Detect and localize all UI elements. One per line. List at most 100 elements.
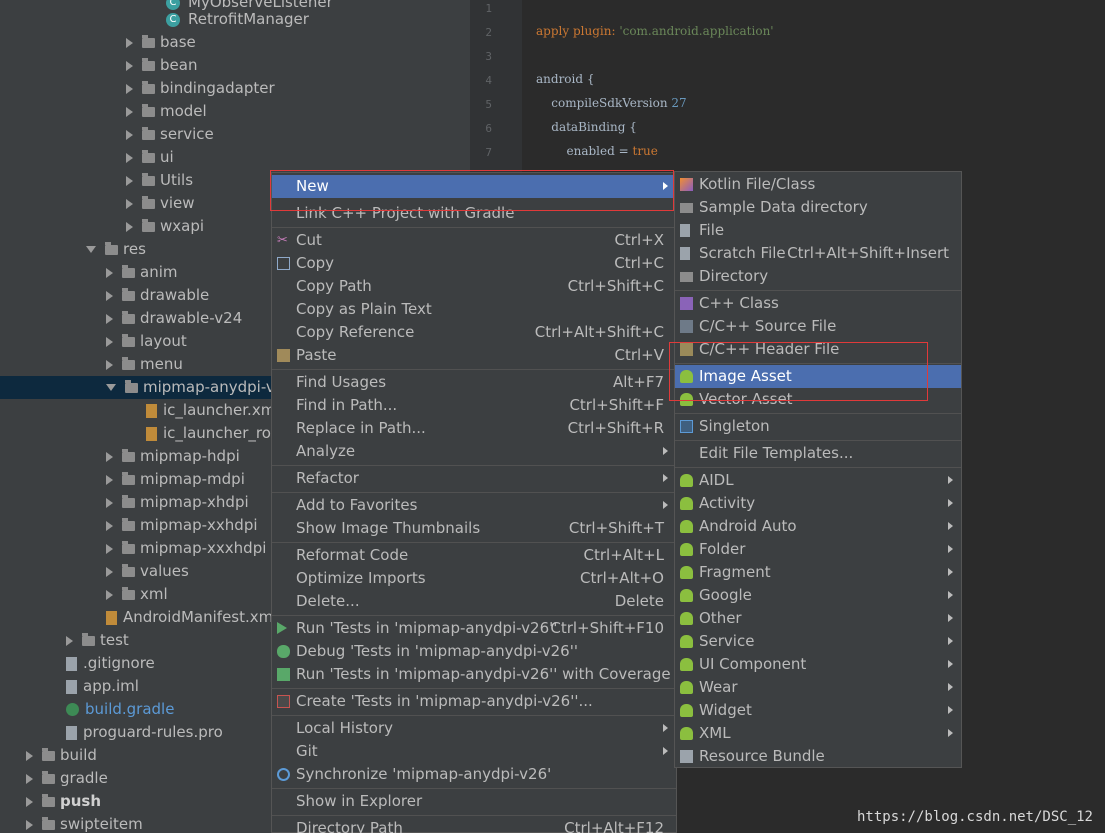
menu-item-add-to-favorites[interactable]: Add to Favorites xyxy=(272,494,676,517)
menu-item-copy-path[interactable]: Copy Path Ctrl+Shift+C xyxy=(272,275,676,298)
tree-item-proguard[interactable]: proguard-rules.pro xyxy=(66,721,223,744)
expand-arrow-icon[interactable] xyxy=(106,359,113,370)
submenu-item-other[interactable]: Other xyxy=(675,607,961,630)
tree-item-menu[interactable]: menu xyxy=(106,353,183,376)
tree-item-build-gradle[interactable]: build.gradle xyxy=(66,698,174,721)
tree-item-mipmap-xhdpi[interactable]: mipmap-xhdpi xyxy=(106,491,249,514)
menu-item-run-tests[interactable]: Run 'Tests in 'mipmap-anydpi-v26'' Ctrl+S… xyxy=(272,617,676,640)
submenu-item-cpp-source[interactable]: C/C++ Source File xyxy=(675,315,961,338)
tree-item-mipmap-xxhdpi[interactable]: mipmap-xxhdpi xyxy=(106,514,258,537)
menu-item-optimize-imports[interactable]: Optimize Imports Ctrl+Alt+O xyxy=(272,567,676,590)
expand-arrow-icon[interactable] xyxy=(106,520,113,531)
tree-item-androidmanifest[interactable]: AndroidManifest.xml xyxy=(106,606,277,629)
tree-item-service[interactable]: service xyxy=(126,123,214,146)
submenu-item-activity[interactable]: Activity xyxy=(675,492,961,515)
menu-item-run-coverage[interactable]: Run 'Tests in 'mipmap-anydpi-v26'' with … xyxy=(272,663,676,686)
tree-item-base[interactable]: base xyxy=(126,31,196,54)
submenu-item-fragment[interactable]: Fragment xyxy=(675,561,961,584)
menu-item-cut[interactable]: ✂ Cut Ctrl+X xyxy=(272,229,676,252)
menu-item-show-thumbnails[interactable]: Show Image Thumbnails Ctrl+Shift+T xyxy=(272,517,676,540)
expand-arrow-icon[interactable] xyxy=(66,635,73,646)
menu-item-local-history[interactable]: Local History xyxy=(272,717,676,740)
expand-arrow-icon[interactable] xyxy=(106,336,113,347)
menu-item-debug-tests[interactable]: Debug 'Tests in 'mipmap-anydpi-v26'' xyxy=(272,640,676,663)
expand-arrow-icon[interactable] xyxy=(106,451,113,462)
submenu-item-service[interactable]: Service xyxy=(675,630,961,653)
menu-item-copy[interactable]: Copy Ctrl+C xyxy=(272,252,676,275)
expand-arrow-icon[interactable] xyxy=(106,566,113,577)
tree-item-utils[interactable]: Utils xyxy=(126,169,193,192)
menu-item-reformat-code[interactable]: Reformat Code Ctrl+Alt+L xyxy=(272,544,676,567)
expand-arrow-icon[interactable] xyxy=(126,198,133,209)
menu-item-synchronize[interactable]: Synchronize 'mipmap-anydpi-v26' xyxy=(272,763,676,786)
collapse-arrow-icon[interactable] xyxy=(106,384,116,391)
submenu-item-widget[interactable]: Widget xyxy=(675,699,961,722)
menu-item-find-usages[interactable]: Find Usages Alt+F7 xyxy=(272,371,676,394)
expand-arrow-icon[interactable] xyxy=(106,497,113,508)
submenu-item-scratch-file[interactable]: Scratch File Ctrl+Alt+Shift+Insert xyxy=(675,242,961,265)
expand-arrow-icon[interactable] xyxy=(26,773,33,784)
expand-arrow-icon[interactable] xyxy=(26,796,33,807)
expand-arrow-icon[interactable] xyxy=(26,750,33,761)
menu-item-refactor[interactable]: Refactor xyxy=(272,467,676,490)
menu-item-show-in-explorer[interactable]: Show in Explorer xyxy=(272,790,676,813)
submenu-item-google[interactable]: Google xyxy=(675,584,961,607)
submenu-item-kotlin[interactable]: Kotlin File/Class xyxy=(675,173,961,196)
tree-item-layout[interactable]: layout xyxy=(106,330,187,353)
submenu-item-folder[interactable]: Folder xyxy=(675,538,961,561)
submenu-item-cpp-class[interactable]: C++ Class xyxy=(675,292,961,315)
expand-arrow-icon[interactable] xyxy=(126,129,133,140)
expand-arrow-icon[interactable] xyxy=(126,83,133,94)
menu-item-create-tests[interactable]: Create 'Tests in 'mipmap-anydpi-v26''... xyxy=(272,690,676,713)
expand-arrow-icon[interactable] xyxy=(106,267,113,278)
expand-arrow-icon[interactable] xyxy=(126,152,133,163)
tree-item-mipmap-hdpi[interactable]: mipmap-hdpi xyxy=(106,445,240,468)
expand-arrow-icon[interactable] xyxy=(126,175,133,186)
tree-item-drawable-v24[interactable]: drawable-v24 xyxy=(106,307,242,330)
expand-arrow-icon[interactable] xyxy=(126,106,133,117)
menu-item-find-in-path[interactable]: Find in Path... Ctrl+Shift+F xyxy=(272,394,676,417)
menu-item-copy-reference[interactable]: Copy Reference Ctrl+Alt+Shift+C xyxy=(272,321,676,344)
tree-item-gradle[interactable]: gradle xyxy=(26,767,108,790)
tree-item-xml[interactable]: xml xyxy=(106,583,168,606)
tree-item-swipteitem[interactable]: swipteitem xyxy=(26,813,143,833)
tree-item-ic-launcher[interactable]: ic_launcher.xml xyxy=(146,399,279,422)
tree-item-mipmap-anydpi-v26[interactable]: mipmap-anydpi-v26 xyxy=(0,376,294,399)
tree-item-retrofitmanager[interactable]: C RetrofitManager xyxy=(166,8,309,31)
tree-item-mipmap-mdpi[interactable]: mipmap-mdpi xyxy=(106,468,245,491)
tree-item-model[interactable]: model xyxy=(126,100,207,123)
submenu-item-directory[interactable]: Directory xyxy=(675,265,961,288)
menu-item-analyze[interactable]: Analyze xyxy=(272,440,676,463)
menu-item-paste[interactable]: Paste Ctrl+V xyxy=(272,344,676,367)
expand-arrow-icon[interactable] xyxy=(106,290,113,301)
submenu-item-resource-bundle[interactable]: Resource Bundle xyxy=(675,745,961,768)
tree-item-build[interactable]: build xyxy=(26,744,97,767)
menu-item-delete[interactable]: Delete... Delete xyxy=(272,590,676,613)
tree-item-gitignore[interactable]: .gitignore xyxy=(66,652,155,675)
expand-arrow-icon[interactable] xyxy=(26,819,33,830)
menu-item-git[interactable]: Git xyxy=(272,740,676,763)
expand-arrow-icon[interactable] xyxy=(106,313,113,324)
tree-item-ui[interactable]: ui xyxy=(126,146,174,169)
expand-arrow-icon[interactable] xyxy=(126,221,133,232)
tree-item-bean[interactable]: bean xyxy=(126,54,197,77)
expand-arrow-icon[interactable] xyxy=(106,589,113,600)
tree-item-wxapi[interactable]: wxapi xyxy=(126,215,204,238)
menu-item-copy-plain[interactable]: Copy as Plain Text xyxy=(272,298,676,321)
collapse-arrow-icon[interactable] xyxy=(86,246,96,253)
tree-item-values[interactable]: values xyxy=(106,560,189,583)
submenu-item-wear[interactable]: Wear xyxy=(675,676,961,699)
expand-arrow-icon[interactable] xyxy=(106,543,113,554)
expand-arrow-icon[interactable] xyxy=(106,474,113,485)
submenu-item-xml[interactable]: XML xyxy=(675,722,961,745)
menu-item-replace-in-path[interactable]: Replace in Path... Ctrl+Shift+R xyxy=(272,417,676,440)
submenu-item-sample-data[interactable]: Sample Data directory xyxy=(675,196,961,219)
tree-item-anim[interactable]: anim xyxy=(106,261,177,284)
expand-arrow-icon[interactable] xyxy=(126,60,133,71)
tree-item-mipmap-xxxhdpi[interactable]: mipmap-xxxhdpi xyxy=(106,537,266,560)
submenu-item-singleton[interactable]: Singleton xyxy=(675,415,961,438)
submenu-item-edit-templates[interactable]: Edit File Templates... xyxy=(675,442,961,465)
submenu-item-file[interactable]: File xyxy=(675,219,961,242)
tree-item-view[interactable]: view xyxy=(126,192,195,215)
tree-item-drawable[interactable]: drawable xyxy=(106,284,209,307)
